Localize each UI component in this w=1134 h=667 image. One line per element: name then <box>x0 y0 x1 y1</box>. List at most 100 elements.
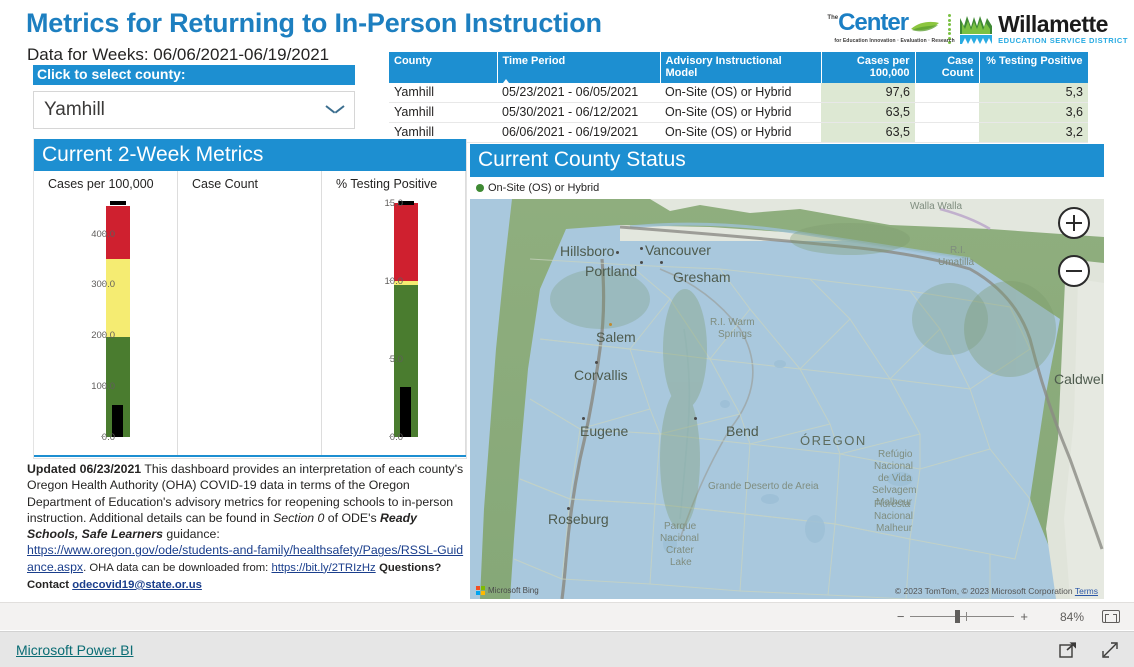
zoom-slider-thumb[interactable] <box>955 610 961 623</box>
table-header-row: County Time Period Advisory Instructiona… <box>389 52 1089 83</box>
contact-email-link[interactable]: odecovid19@state.or.us <box>72 579 202 591</box>
metrics-table[interactable]: County Time Period Advisory Instructiona… <box>389 52 1089 143</box>
bullet-chart-cases-per-100k: 0.0 100.0 200.0 300.0 400.0 <box>34 201 177 451</box>
bullet-value-bar <box>400 387 411 437</box>
county-slicer[interactable]: Click to select county: Yamhill <box>33 65 355 129</box>
map-legend[interactable]: On-Site (OS) or Hybrid <box>470 177 1104 199</box>
map-place-label: Selvagem <box>872 485 917 496</box>
axis-tick <box>101 385 105 387</box>
power-bi-link[interactable]: Microsoft Power BI <box>16 642 133 658</box>
map-city-dot <box>660 261 663 264</box>
map-place-label: Eugene <box>580 423 629 439</box>
cell-cases-per-100k: 63,5 <box>821 122 915 143</box>
column-header-time-period-label: Time Period <box>502 55 566 67</box>
willamette-mark-icon <box>960 14 993 44</box>
metrics-panel-body: Cases per 100,000 0.0 100.0 200.0 300.0 400.… <box>34 171 466 457</box>
map-terms-link[interactable]: Terms <box>1075 586 1098 596</box>
zoom-slider-notch <box>966 612 968 621</box>
current-2week-metrics-panel: Current 2-Week Metrics Cases per 100,000… <box>33 139 467 459</box>
axis-tick <box>101 283 105 285</box>
fit-to-page-icon[interactable] <box>1102 610 1120 623</box>
metric-column-pct-testing-positive[interactable]: % Testing Positive 0.0 5.0 10.0 15.0 <box>322 171 466 457</box>
cell-time-period: 06/06/2021 - 06/19/2021 <box>497 122 660 143</box>
map-place-label: Malheur <box>876 497 913 508</box>
cell-cases-per-100k: 97,6 <box>821 83 915 103</box>
willamette-name: Willamette <box>998 11 1108 37</box>
footnote-guidance-suffix: guidance: <box>163 527 220 542</box>
map-place-label: Walla Walla <box>910 201 963 212</box>
bing-attribution: Microsoft Bing <box>476 586 539 595</box>
axis-tick <box>389 280 393 281</box>
county-dropdown[interactable]: Yamhill <box>33 91 355 129</box>
axis-tick <box>389 358 393 359</box>
minus-icon <box>1066 269 1082 273</box>
map-zoom-in-button[interactable] <box>1058 207 1090 239</box>
current-county-status-panel: Current County Status On-Site (OS) or Hy… <box>470 144 1104 600</box>
logo-group: The Center for Education Innovation · Ev… <box>827 10 1128 48</box>
cell-advisory-model: On-Site (OS) or Hybrid <box>660 122 821 143</box>
map-city-dot <box>595 361 598 364</box>
zoom-out-icon[interactable]: − <box>897 609 905 624</box>
map-place-label: R.I. Warm <box>710 317 755 328</box>
map-canvas[interactable]: Walla Walla Hillsboro Vancouver Portland Gre… <box>470 199 1104 599</box>
cell-case-count <box>915 83 979 103</box>
map-place-label: Corvallis <box>574 367 628 383</box>
map-place-label: Umatilla <box>938 257 975 268</box>
cell-time-period: 05/30/2021 - 06/12/2021 <box>497 102 660 123</box>
map-city-dot <box>640 247 643 250</box>
table-row[interactable]: Yamhill 05/30/2021 - 06/12/2021 On-Site … <box>389 102 1088 123</box>
sort-ascending-icon <box>502 79 509 83</box>
share-icon[interactable] <box>1058 640 1078 660</box>
axis-tick <box>101 436 105 437</box>
axis-tick <box>389 202 393 203</box>
column-header-case-count[interactable]: Case Count <box>915 52 980 83</box>
chevron-down-icon[interactable] <box>326 105 344 116</box>
column-header-cases-per-100k[interactable]: Cases per 100,000 <box>821 52 916 83</box>
map-place-label: Gresham <box>673 269 731 285</box>
table-row[interactable]: Yamhill 05/23/2021 - 06/05/2021 On-Site … <box>389 83 1088 103</box>
willamette-wordmark: Willamette EDUCATION SERVICE DISTRICT <box>998 11 1128 46</box>
axis-tick <box>101 232 105 234</box>
bullet-bands <box>394 203 418 437</box>
column-header-county[interactable]: County <box>389 52 498 83</box>
metric-title: % Testing Positive <box>336 177 438 191</box>
footnote-updated-label: Updated 06/23/2021 <box>27 462 142 476</box>
map-city-dot <box>616 251 619 254</box>
zoom-slider[interactable] <box>910 610 1015 623</box>
map-city-dot <box>640 261 643 264</box>
map-place-label: Caldwell <box>1054 371 1104 387</box>
column-header-pct-testing-positive[interactable]: % Testing Positive <box>979 52 1089 83</box>
legend-label: On-Site (OS) or Hybrid <box>488 182 600 194</box>
cell-pct-testing-positive: 5,3 <box>979 83 1088 103</box>
axis-tick-label: 200.0 <box>91 330 115 342</box>
map-place-label: Bend <box>726 423 759 439</box>
axis-tick-label: 10.0 <box>384 276 404 287</box>
zoom-bar[interactable]: − + 84% <box>0 602 1134 630</box>
bitly-data-link[interactable]: https://bit.ly/2TRIzHz <box>271 562 375 574</box>
map-city-dot <box>694 417 697 420</box>
axis-tick <box>389 436 393 437</box>
map-place-label: Vancouver <box>645 242 711 258</box>
map-zoom-out-button[interactable] <box>1058 255 1090 287</box>
bullet-chart-case-count <box>178 217 321 451</box>
map-place-label: Crater <box>666 545 694 556</box>
metric-column-case-count[interactable]: Case Count <box>178 171 322 457</box>
column-header-advisory-model[interactable]: Advisory Instructional Model <box>660 52 822 83</box>
metric-column-cases-per-100k[interactable]: Cases per 100,000 0.0 100.0 200.0 300.0 400.… <box>34 171 178 457</box>
willamette-subtitle: EDUCATION SERVICE DISTRICT <box>998 36 1128 45</box>
column-header-time-period[interactable]: Time Period <box>497 52 661 83</box>
zoom-in-icon[interactable]: + <box>1020 609 1028 624</box>
map-copyright-text: © 2023 TomTom, © 2023 Microsoft Corporat… <box>894 586 1073 596</box>
map-place-label: Roseburg <box>548 511 609 527</box>
map-city-dot <box>567 507 570 510</box>
map-place-label: Hillsboro <box>560 243 615 259</box>
cell-advisory-model: On-Site (OS) or Hybrid <box>660 83 821 103</box>
cell-advisory-model: On-Site (OS) or Hybrid <box>660 102 821 123</box>
metrics-panel-title: Current 2-Week Metrics <box>34 139 466 171</box>
map-place-label: Nacional <box>874 511 913 522</box>
table-row[interactable]: Yamhill 06/06/2021 - 06/19/2021 On-Site … <box>389 122 1088 143</box>
bing-provider-label: Microsoft Bing <box>488 586 539 595</box>
map-city-dot <box>582 417 585 420</box>
axis-tick-label: 15.0 <box>384 198 404 209</box>
fullscreen-icon[interactable] <box>1100 640 1120 660</box>
